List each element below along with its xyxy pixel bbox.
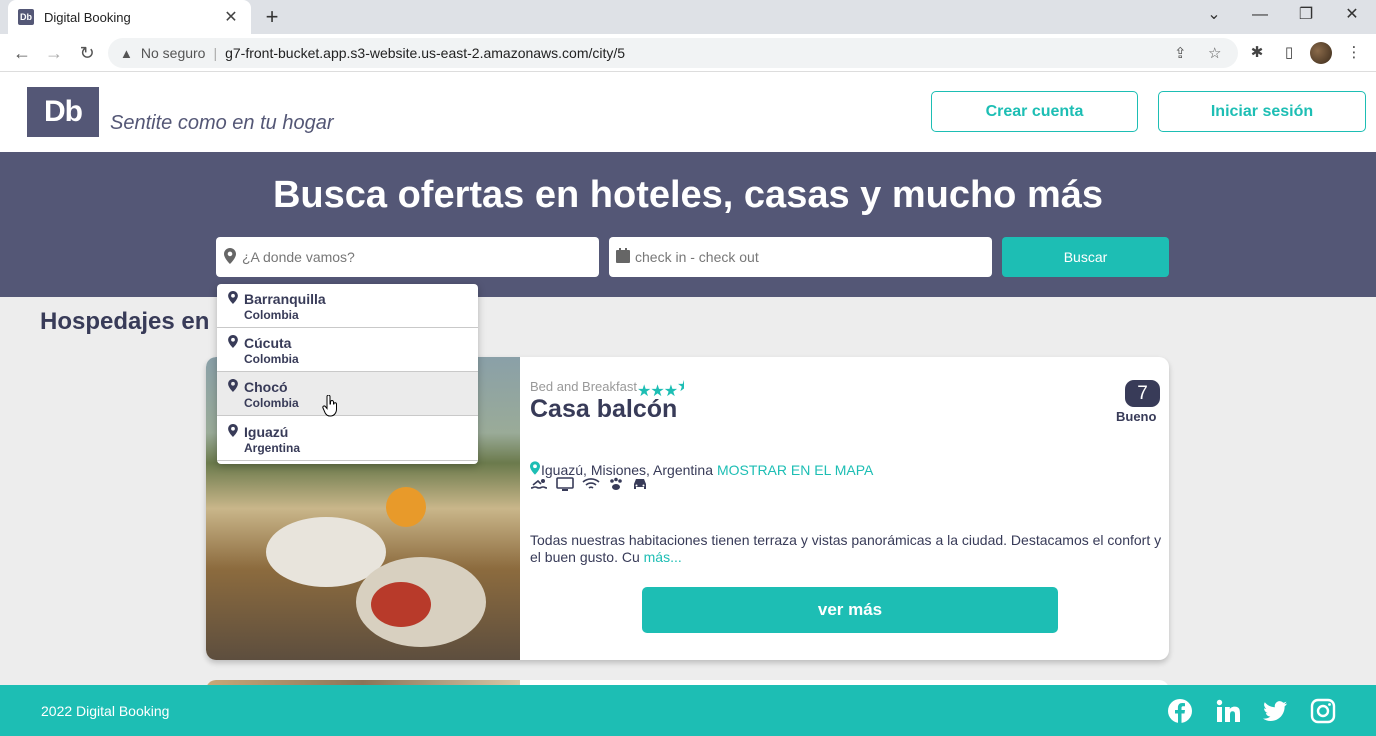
side-panel-icon[interactable]: ▯ [1279,43,1299,61]
share-icon[interactable]: ⇪ [1174,44,1187,62]
reload-icon[interactable]: ↻ [74,41,100,65]
tagline: Sentite como en tu hogar [110,112,334,134]
login-button[interactable]: Iniciar sesión [1158,91,1366,132]
restore-icon[interactable]: ❐ [1294,4,1318,26]
site-footer: 2022 Digital Booking [0,685,1376,736]
minimize-icon[interactable]: — [1248,4,1272,26]
location-pin-icon [228,379,238,395]
amenities-list [530,477,648,494]
wifi-icon [582,477,600,494]
location: Iguazú, Misiones, Argentina MOSTRAR EN E… [530,461,873,478]
pointer-hand-icon [322,394,338,423]
location-pin-icon [530,461,540,478]
dropdown-option[interactable]: Iguazú Argentina [217,417,478,461]
forward-arrow-icon[interactable]: → [41,41,67,65]
close-window-icon[interactable]: ✕ [1340,4,1364,26]
location-pin-icon [228,335,238,351]
browser-tab[interactable]: Db Digital Booking ✕ [8,0,251,34]
option-city: Barranquilla [244,291,326,307]
insecure-label: No seguro [140,45,206,61]
option-city: Chocó [244,379,288,395]
twitter-icon[interactable] [1262,698,1288,724]
warning-icon: ▲ [120,45,133,61]
see-more-button[interactable]: ver más [642,587,1058,633]
option-country: Colombia [244,396,299,410]
destination-field[interactable] [216,237,599,277]
location-text: Iguazú, Misiones, Argentina [541,461,713,478]
rating-word: Bueno [1116,409,1157,424]
dropdown-option[interactable]: Chocó Colombia [217,372,478,416]
browser-tabbar: Db Digital Booking ✕ + ⌄ — ❐ ✕ [0,0,1376,34]
pool-icon [530,477,548,494]
card-body: Bed and Breakfast ★★★★ Casa balcón 7 Bue… [530,357,1169,660]
address-separator: | [213,45,218,61]
copyright-text: 2022 Digital Booking [41,703,170,719]
category-label: Bed and Breakfast [530,379,637,394]
show-map-link[interactable]: MOSTRAR EN EL MAPA [717,462,873,478]
destination-input[interactable] [242,249,582,265]
destination-dropdown: Barranquilla Colombia Cúcuta Colombia Ch… [217,284,478,464]
option-city: Cúcuta [244,335,292,351]
read-more-link[interactable]: más... [644,549,682,565]
option-country: Colombia [244,352,299,366]
browser-menu-icon[interactable]: ⋮ [1344,43,1364,61]
dates-input[interactable] [635,249,975,265]
location-pin-icon [228,424,238,440]
instagram-icon[interactable] [1310,698,1336,724]
pets-icon [608,477,624,494]
favicon-icon: Db [18,9,34,25]
facebook-icon[interactable] [1167,698,1193,724]
section-title: Hospedajes en Ig [40,308,238,335]
extensions-puzzle-icon[interactable]: ✱ [1247,43,1267,61]
browser-toolbar: ← → ↻ ▲ No seguro | g7-front-bucket.app.… [0,34,1376,72]
dates-field[interactable] [609,237,992,277]
search-section: Busca ofertas en hoteles, casas y mucho … [0,152,1376,297]
description-text: Todas nuestras habitaciones tienen terra… [530,532,1162,565]
option-city: Iguazú [244,424,289,440]
dropdown-option[interactable]: Cúcuta Colombia [217,328,478,372]
half-star-icon: ★ [677,376,684,396]
calendar-icon [615,248,631,266]
image-detail [386,487,426,527]
new-tab-icon[interactable]: + [262,5,282,29]
option-country: Argentina [244,441,301,455]
logo[interactable]: Db [27,87,99,137]
address-bar[interactable]: ▲ No seguro | g7-front-bucket.app.s3-web… [108,38,1238,68]
car-icon [632,477,648,494]
tab-search-chevron-icon[interactable]: ⌄ [1202,4,1226,26]
score-badge: 7 [1125,380,1160,407]
description: Todas nuestras habitaciones tienen terra… [530,532,1169,566]
site-header: Db Sentite como en tu hogar Crear cuenta… [0,72,1376,152]
bookmark-star-icon[interactable]: ☆ [1208,44,1221,62]
search-title: Busca ofertas en hoteles, casas y mucho … [272,174,1104,216]
linkedin-icon[interactable] [1215,698,1241,724]
close-tab-icon[interactable]: ✕ [221,7,241,27]
option-country: Colombia [244,308,299,322]
back-arrow-icon[interactable]: ← [9,41,35,65]
tab-title: Digital Booking [44,9,131,25]
dropdown-option[interactable]: Barranquilla Colombia [217,284,478,328]
profile-avatar[interactable] [1310,42,1332,64]
search-button[interactable]: Buscar [1002,237,1169,277]
location-pin-icon [222,247,238,267]
location-pin-icon [228,291,238,307]
image-detail [371,582,431,627]
tv-icon [556,477,574,494]
create-account-button[interactable]: Crear cuenta [931,91,1138,132]
accommodation-title: Casa balcón [530,395,678,423]
url-text: g7-front-bucket.app.s3-website.us-east-2… [225,45,626,61]
